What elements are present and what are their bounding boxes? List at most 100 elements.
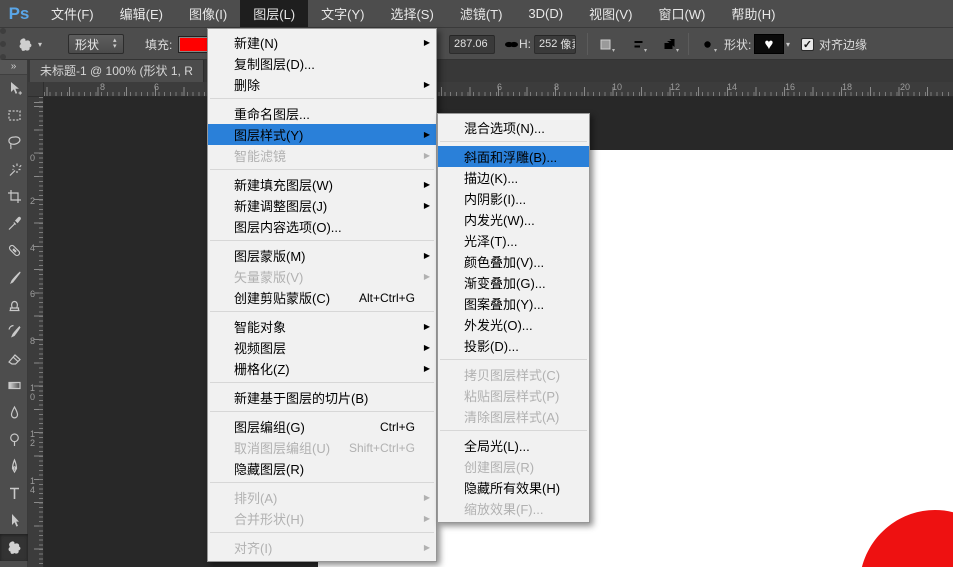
dodge-tool[interactable] (0, 426, 28, 453)
menu-item[interactable]: 智能对象 ▶ (208, 316, 436, 337)
menu-item[interactable]: 图层编组(G) Ctrl+G (208, 416, 436, 437)
dodge-tool-icon (9, 433, 19, 446)
menu-item[interactable]: 内阴影(I)... (438, 188, 589, 209)
menu-item[interactable]: 缩放效果(F)... (438, 498, 589, 519)
menubar-item[interactable]: 选择(S) (377, 0, 446, 27)
menu-item[interactable]: 斜面和浮雕(B)... (438, 146, 589, 167)
menubar-item[interactable]: 滤镜(T) (447, 0, 516, 27)
menu-item[interactable]: 全局光(L)... (438, 435, 589, 456)
path-operations-button[interactable]: ▾ (594, 33, 616, 55)
shape-preview[interactable]: ♥ (754, 34, 784, 54)
menu-item[interactable]: 隐藏图层(R) (208, 458, 436, 479)
menu-item[interactable]: 新建调整图层(J) ▶ (208, 195, 436, 216)
menu-item[interactable]: 图案叠加(Y)... (438, 293, 589, 314)
crop-tool[interactable] (0, 183, 28, 210)
menu-item[interactable]: 新建基于图层的切片(B) (208, 387, 436, 408)
submenu-arrow-icon: ▶ (423, 272, 430, 281)
tool-preset-dropdown-arrow[interactable]: ▾ (38, 40, 42, 49)
path-arrangement-button[interactable]: ▾ (658, 33, 680, 55)
history-brush-tool[interactable] (0, 318, 28, 345)
menu-separator (440, 141, 587, 142)
menu-item[interactable]: 对齐(I) ▶ (208, 537, 436, 558)
brush-tool[interactable] (0, 264, 28, 291)
pen-tool[interactable] (0, 453, 28, 480)
vertical-ruler[interactable]: 0 2 4 6 8 10 12 14 (28, 97, 44, 567)
custom-shape-tool-icon (8, 541, 20, 554)
menu-item[interactable]: 创建图层(R) (438, 456, 589, 477)
width-input[interactable]: 287.06 (449, 34, 495, 54)
menu-item[interactable]: 图层内容选项(O)... (208, 216, 436, 237)
menu-item[interactable]: 新建填充图层(W) ▶ (208, 174, 436, 195)
menu-item[interactable]: 矢量蒙版(V) ▶ (208, 266, 436, 287)
align-edges-checkbox[interactable]: ✓ (801, 37, 814, 51)
menu-item[interactable]: 粘贴图层样式(P) (438, 385, 589, 406)
menubar-item[interactable]: 帮助(H) (718, 0, 788, 27)
menu-item[interactable]: 清除图层样式(A) (438, 406, 589, 427)
menu-item[interactable]: 图层样式(Y) ▶ (208, 124, 436, 145)
menubar-item[interactable]: 图层(L) (240, 0, 309, 27)
geometry-options-button[interactable]: ▾ (696, 33, 718, 55)
ruler-origin-corner[interactable] (28, 82, 44, 97)
height-input[interactable]: 252 像素 (534, 34, 576, 54)
eyedropper-tool[interactable] (0, 210, 28, 237)
marquee-tool[interactable] (0, 102, 28, 129)
menu-item[interactable]: 合并形状(H) ▶ (208, 508, 436, 529)
menubar-item[interactable]: 文字(Y) (308, 0, 377, 27)
ruler-label: 12 (30, 429, 36, 448)
type-tool[interactable] (0, 480, 28, 507)
menu-item[interactable]: 光泽(T)... (438, 230, 589, 251)
menu-item[interactable]: 颜色叠加(V)... (438, 251, 589, 272)
menu-item[interactable]: 拷贝图层样式(C) (438, 364, 589, 385)
custom-shape-tool-preset-icon[interactable] (14, 33, 36, 55)
menu-item[interactable]: 图层蒙版(M) ▶ (208, 245, 436, 266)
menubar-item[interactable]: 3D(D) (515, 0, 576, 27)
menu-separator (210, 311, 434, 312)
menu-item[interactable]: 新建(N) ▶ (208, 32, 436, 53)
menu-item[interactable]: 混合选项(N)... (438, 117, 589, 138)
menu-item[interactable]: 智能滤镜 ▶ (208, 145, 436, 166)
path-alignment-button[interactable]: ▾ (626, 33, 648, 55)
collapse-panel-button[interactable]: » (0, 60, 27, 75)
menu-item[interactable]: 栅格化(Z) ▶ (208, 358, 436, 379)
ruler-label: 2 (30, 196, 36, 206)
menu-item[interactable]: 视频图层 ▶ (208, 337, 436, 358)
eraser-tool[interactable] (0, 345, 28, 372)
magic-wand-tool-icon (9, 163, 22, 176)
menu-item[interactable]: 取消图层编组(U) Shift+Ctrl+G (208, 437, 436, 458)
menu-item[interactable]: 渐变叠加(G)... (438, 272, 589, 293)
menu-item[interactable]: 排列(A) ▶ (208, 487, 436, 508)
custom-shape-tool[interactable] (0, 534, 28, 561)
lasso-tool[interactable] (0, 129, 28, 156)
menu-item[interactable]: 创建剪贴蒙版(C) Alt+Ctrl+G (208, 287, 436, 308)
menu-item[interactable]: 投影(D)... (438, 335, 589, 356)
menubar-item[interactable]: 窗口(W) (645, 0, 718, 27)
menubar-item[interactable]: 图像(I) (176, 0, 240, 27)
menu-item[interactable]: 隐藏所有效果(H) (438, 477, 589, 498)
clone-stamp-tool[interactable] (0, 291, 28, 318)
menu-item[interactable]: 重命名图层... (208, 103, 436, 124)
menu-item[interactable]: 复制图层(D)... (208, 53, 436, 74)
magic-wand-tool[interactable] (0, 156, 28, 183)
heart-shape[interactable] (859, 506, 953, 567)
shape-picker-dropdown-arrow[interactable]: ▾ (786, 40, 790, 49)
gradient-tool[interactable] (0, 372, 28, 399)
path-selection-tool[interactable] (0, 507, 28, 534)
menu-separator (210, 411, 434, 412)
ruler-label: 8 (100, 82, 106, 92)
menubar-item[interactable]: 视图(V) (576, 0, 645, 27)
menu-item[interactable]: 描边(K)... (438, 167, 589, 188)
shape-mode-select[interactable]: 形状 ▴ ▾ (68, 34, 124, 54)
healing-brush-tool[interactable] (0, 237, 28, 264)
document-tab[interactable]: 未标题-1 @ 100% (形状 1, R (30, 60, 204, 82)
menu-item[interactable]: 删除 ▶ (208, 74, 436, 95)
eraser-tool-icon (7, 354, 21, 365)
menu-item[interactable]: 外发光(O)... (438, 314, 589, 335)
blur-tool[interactable] (0, 399, 28, 426)
menubar-item[interactable]: 编辑(E) (107, 0, 176, 27)
height-label: H: (519, 37, 531, 51)
path-operations-icon (600, 39, 610, 49)
menubar-item[interactable]: 文件(F) (38, 0, 107, 27)
move-tool[interactable] (0, 75, 28, 102)
horizontal-ruler[interactable]: 8 6 6 8 10 12 14 16 18 20 (44, 82, 953, 97)
menu-item[interactable]: 内发光(W)... (438, 209, 589, 230)
